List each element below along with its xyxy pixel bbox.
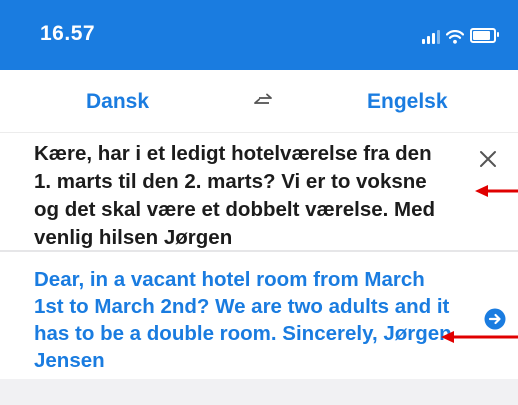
bottom-area bbox=[0, 379, 518, 405]
source-language-button[interactable]: Dansk bbox=[86, 90, 149, 114]
target-language-button[interactable]: Engelsk bbox=[367, 90, 448, 114]
status-icons bbox=[422, 24, 499, 44]
source-text-panel: Kære, har i et ledigt hotelværelse fra d… bbox=[0, 132, 518, 250]
wifi-icon bbox=[446, 30, 464, 44]
source-text-input[interactable]: Kære, har i et ledigt hotelværelse fra d… bbox=[34, 140, 454, 252]
annotation-arrow-icon bbox=[475, 185, 518, 197]
battery-icon bbox=[470, 28, 499, 43]
translated-text: Dear, in a vacant hotel room from March … bbox=[34, 268, 452, 372]
battery-level bbox=[473, 31, 490, 40]
signal-icon bbox=[422, 28, 440, 44]
translation-panel: Dear, in a vacant hotel room from March … bbox=[0, 250, 518, 379]
status-bar: 16.57 bbox=[0, 0, 518, 70]
language-bar: Dansk Engelsk bbox=[0, 70, 518, 132]
status-time: 16.57 bbox=[40, 22, 96, 45]
close-icon[interactable] bbox=[479, 150, 497, 168]
arrow-right-circle-icon[interactable] bbox=[484, 308, 506, 330]
swap-arrows-icon[interactable] bbox=[251, 90, 275, 112]
annotation-arrow-icon bbox=[441, 331, 518, 343]
